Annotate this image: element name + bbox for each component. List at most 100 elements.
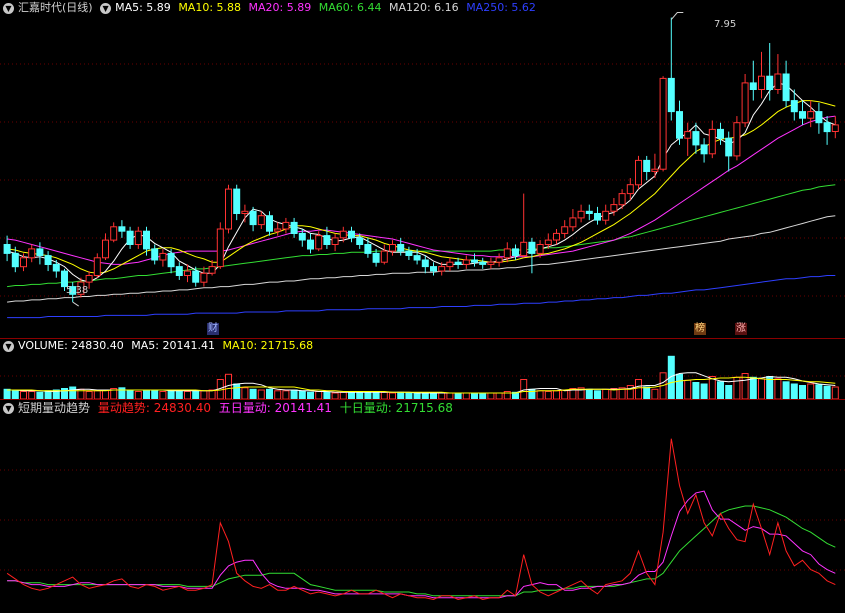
main-collapse-icon[interactable]: ▼	[3, 2, 14, 14]
volume-legend: ▼ VOLUME: 24830.40 MA5: 20141.41 MA10: 21…	[3, 339, 317, 353]
candle-body	[594, 213, 601, 221]
candle-body	[52, 263, 60, 272]
candle-body	[618, 193, 626, 206]
high-price-pointer	[670, 12, 684, 20]
volume-bar	[118, 387, 126, 400]
volume-bar	[175, 389, 183, 400]
candle-body	[118, 226, 126, 232]
volume-bar	[602, 388, 610, 400]
candle-body	[28, 248, 36, 259]
candle-body	[717, 128, 724, 139]
volume-collapse-icon[interactable]: ▼	[3, 340, 14, 352]
ma250-legend: MA250: 5.62	[466, 1, 536, 14]
volume-ma5: MA5: 20141.41	[131, 339, 215, 352]
volume-value: VOLUME: 24830.40	[18, 339, 124, 352]
trend10-value: 十日量动: 21715.68	[339, 401, 453, 415]
candle-body	[85, 275, 93, 283]
candle-body	[421, 259, 429, 268]
ma5-legend: MA5: 5.89	[115, 1, 171, 14]
volume-bar	[725, 385, 733, 400]
candle-body	[175, 266, 183, 277]
candle-body	[126, 230, 134, 245]
volume-bar	[233, 383, 241, 400]
volume-bar	[266, 388, 273, 400]
trend-chart[interactable]	[0, 400, 845, 613]
trend-collapse-icon[interactable]: ▼	[3, 403, 14, 414]
ranking-marker[interactable]: 榜	[694, 323, 706, 335]
candle-body	[216, 228, 224, 268]
volume-bar	[44, 390, 52, 400]
candle-body	[282, 221, 290, 230]
candle-body	[692, 131, 700, 146]
volume-bar	[282, 390, 290, 400]
trend-indicator-panel[interactable]: ▼ 短期量动趋势 量动趋势: 24830.40 五日量动: 20141.41 十日…	[0, 400, 845, 613]
volume-bar	[782, 381, 790, 400]
candle-body	[610, 204, 618, 212]
volume-bar	[134, 391, 142, 400]
volume-bar	[28, 391, 36, 400]
candle-body	[159, 252, 167, 261]
candle-body	[708, 128, 716, 155]
volume-bar	[684, 379, 692, 400]
volume-bar	[561, 389, 569, 400]
candle-body	[815, 111, 823, 124]
ma250-line	[7, 275, 836, 319]
trend5-line	[7, 490, 836, 599]
candle-body	[749, 82, 757, 91]
candle-body	[528, 241, 536, 254]
candle-body	[134, 230, 142, 245]
candle-body	[807, 111, 815, 119]
candle-body	[684, 131, 692, 139]
ma120-legend: MA120: 6.16	[388, 1, 459, 14]
finance-marker[interactable]: 财	[207, 323, 219, 335]
volume-bar	[520, 379, 528, 400]
low-price-pointer	[72, 301, 79, 307]
volume-bar	[126, 390, 134, 400]
candle-body	[44, 255, 52, 266]
trend-value: 量动趋势: 24830.40	[97, 401, 211, 415]
volume-bar	[192, 391, 200, 400]
candle-body	[110, 226, 118, 241]
candle-body	[741, 82, 749, 124]
price-chart-panel[interactable]: ▼ 汇嘉时代(日线) ▼ MA5: 5.89 MA10: 5.88 MA20: 5.…	[0, 0, 845, 338]
candle-body	[380, 250, 388, 263]
candle-body	[430, 266, 437, 272]
candle-body	[520, 241, 528, 257]
candle-body	[758, 75, 765, 90]
volume-bar	[815, 384, 823, 400]
candle-body	[3, 244, 11, 254]
candle-body	[536, 244, 544, 254]
volume-bar	[585, 388, 593, 400]
volume-bar	[290, 389, 298, 400]
candle-body	[438, 266, 446, 272]
volume-panel[interactable]: ▼ VOLUME: 24830.40 MA5: 20141.41 MA10: 21…	[0, 338, 845, 400]
candle-body	[241, 210, 249, 215]
trend10-line	[7, 505, 836, 597]
candle-body	[257, 215, 265, 226]
candle-body	[200, 272, 208, 283]
panel-separator-2[interactable]	[0, 399, 845, 400]
candle-body	[93, 257, 101, 276]
candle-body	[799, 111, 806, 119]
volume-bar	[85, 391, 93, 400]
candle-body	[626, 184, 634, 195]
candle-body	[339, 230, 347, 239]
candle-body	[553, 232, 560, 241]
ma-toggle-icon[interactable]: ▼	[100, 2, 112, 14]
low-price-label: 5.38	[66, 285, 89, 296]
candle-body	[274, 228, 282, 232]
candle-body	[184, 270, 191, 277]
candle-body	[479, 261, 487, 265]
candle-body	[143, 230, 150, 250]
candle-body	[331, 237, 339, 245]
candle-body	[462, 259, 470, 265]
candle-body	[20, 257, 27, 268]
limit-up-marker[interactable]: 涨	[735, 323, 747, 335]
candlestick-chart[interactable]	[0, 0, 845, 338]
volume-bar	[692, 382, 700, 400]
candle-body	[233, 188, 241, 215]
volume-bar	[249, 388, 257, 400]
volume-bar	[61, 388, 68, 400]
candle-body	[561, 226, 569, 234]
candle-body	[503, 248, 511, 259]
